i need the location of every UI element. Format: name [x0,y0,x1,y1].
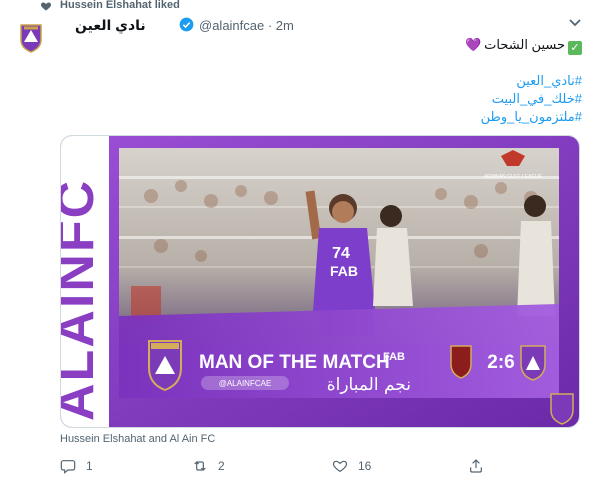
liked-by-text[interactable]: Hussein Elshahat liked [60,0,180,11]
retweet-icon [194,461,206,471]
verified-badge-icon [179,17,194,32]
heart-icon [40,2,52,11]
al-ain-crest-small-icon [520,345,546,381]
jersey-number: 74 [332,245,350,262]
tweet-header: نادي العين @alainfcae · 2m [60,14,582,36]
tweet-actions: 1 2 16 [60,456,580,476]
watermark-crest-icon [550,393,574,425]
man-of-the-match-title: MAN OF THE MATCH [199,352,390,373]
man-of-the-match-arabic: نجم المباراة [327,375,411,395]
check-box-icon: ✓ [568,41,582,55]
reply-button[interactable]: 1 [60,456,93,476]
tweet-text-line: ✓حسين الشحات💜 [465,37,582,55]
svg-text:ARABIAN GULF LEAGUE: ARABIAN GULF LEAGUE [484,174,543,180]
share-button[interactable] [468,456,494,476]
chevron-down-icon[interactable] [568,18,582,28]
retweet-count: 2 [218,459,225,473]
sponsor-logo: FAB [383,351,405,363]
hashtag-link[interactable]: #خلك_في_البيت [492,91,582,107]
al-ain-fc-logo-icon [20,24,42,53]
tweet-text: حسين الشحات [484,37,565,52]
tweet-media-image[interactable]: ALAINFC 74 FAB ARABIAN GULF LEAGUE MAN O… [60,135,580,428]
social-handle: @ALAINFCAE [219,379,272,388]
man-of-the-match-graphic: ALAINFC 74 FAB ARABIAN GULF LEAGUE MAN O… [61,136,579,427]
like-button[interactable]: 16 [332,456,371,476]
share-icon [470,459,482,473]
social-context: Hussein Elshahat liked [0,0,596,14]
display-name[interactable]: نادي العين [75,17,146,34]
opponent-crest-icon [450,345,472,379]
like-count: 16 [358,459,372,473]
side-club-text: ALAINFC [61,179,105,421]
match-score: 2:6 [487,352,514,373]
avatar[interactable] [14,20,48,54]
retweet-button[interactable]: 2 [192,456,225,476]
media-tags[interactable]: Hussein Elshahat and Al Ain FC [60,433,215,445]
like-heart-icon [332,460,348,473]
purple-heart-icon: 💜 [464,37,482,52]
hashtag-link[interactable]: #نادي_العين [516,73,582,89]
reply-count: 1 [86,459,93,473]
hashtag-link[interactable]: #ملتزمون_يا_وطن [481,109,582,125]
handle-and-time[interactable]: @alainfcae · 2m [199,18,294,33]
reply-icon [60,460,76,474]
al-ain-crest-icon [148,340,182,392]
jersey-sponsor: FAB [330,263,358,279]
